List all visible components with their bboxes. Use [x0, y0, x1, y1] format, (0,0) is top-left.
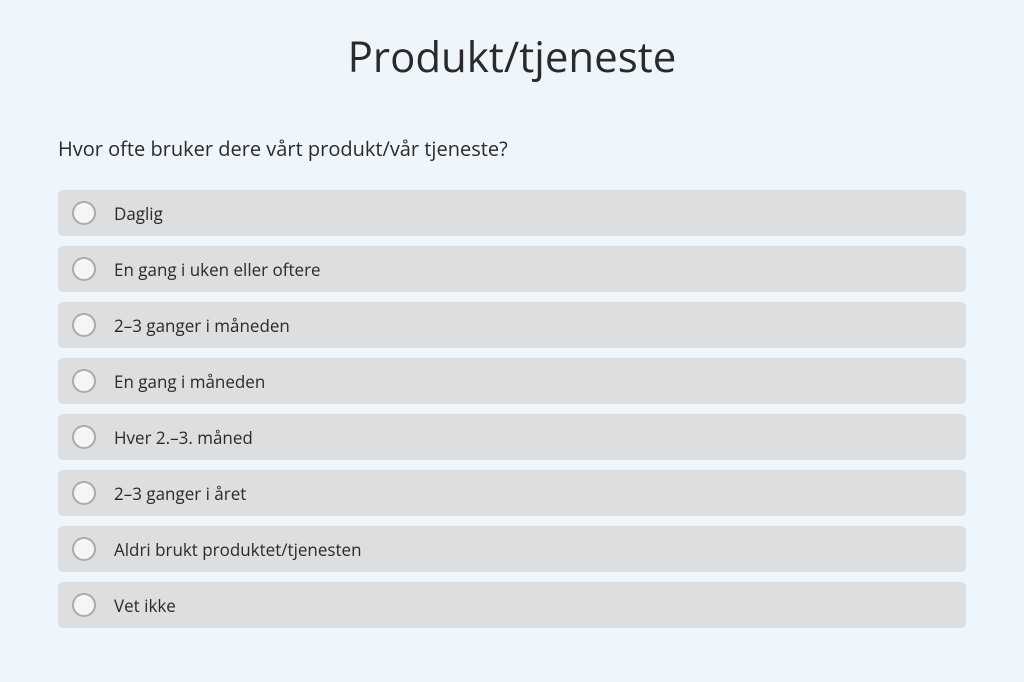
option-hver-2-3-maned[interactable]: Hver 2.–3. måned: [58, 414, 966, 460]
radio-icon: [72, 537, 96, 561]
option-vet-ikke[interactable]: Vet ikke: [58, 582, 966, 628]
option-2-3-ganger-aret[interactable]: 2–3 ganger i året: [58, 470, 966, 516]
radio-icon: [72, 201, 96, 225]
option-label: Hver 2.–3. måned: [114, 426, 253, 449]
option-en-gang-i-uken[interactable]: En gang i uken eller oftere: [58, 246, 966, 292]
option-label: Daglig: [114, 202, 163, 225]
radio-icon: [72, 593, 96, 617]
option-label: 2–3 ganger i måneden: [114, 314, 290, 337]
radio-icon: [72, 369, 96, 393]
option-2-3-ganger-maneden[interactable]: 2–3 ganger i måneden: [58, 302, 966, 348]
radio-icon: [72, 313, 96, 337]
question-text: Hvor ofte bruker dere vårt produkt/vår t…: [58, 135, 966, 162]
option-aldri-brukt[interactable]: Aldri brukt produktet/tjenesten: [58, 526, 966, 572]
option-label: Aldri brukt produktet/tjenesten: [114, 538, 362, 561]
survey-content: Hvor ofte bruker dere vårt produkt/vår t…: [0, 135, 1024, 628]
option-label: 2–3 ganger i året: [114, 482, 246, 505]
page-title: Produkt/tjeneste: [0, 0, 1024, 135]
radio-icon: [72, 481, 96, 505]
radio-icon: [72, 257, 96, 281]
option-en-gang-maneden[interactable]: En gang i måneden: [58, 358, 966, 404]
option-label: En gang i uken eller oftere: [114, 258, 321, 281]
option-label: En gang i måneden: [114, 370, 265, 393]
option-daglig[interactable]: Daglig: [58, 190, 966, 236]
radio-icon: [72, 425, 96, 449]
options-list: Daglig En gang i uken eller oftere 2–3 g…: [58, 190, 966, 628]
option-label: Vet ikke: [114, 594, 176, 617]
